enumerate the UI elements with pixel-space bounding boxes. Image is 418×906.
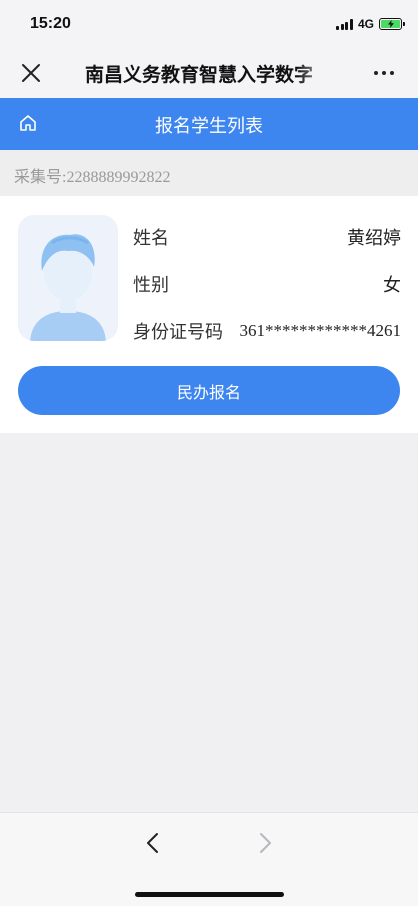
name-value: 黄绍婷: [347, 228, 401, 249]
home-indicator: [135, 892, 284, 897]
nav-bar: 南昌义务教育智慧入学数字: [0, 48, 418, 98]
id-row: 身份证号码 361************4261: [133, 317, 401, 345]
collection-number: 采集号:2288889992822: [14, 169, 171, 186]
more-icon[interactable]: [374, 64, 396, 82]
gender-label: 性别: [133, 275, 169, 296]
id-value: 361************4261: [239, 321, 402, 340]
id-label: 身份证号码: [133, 322, 223, 343]
collection-bar: 采集号:2288889992822: [0, 150, 418, 196]
bottom-bar: [0, 812, 418, 906]
student-avatar: [18, 215, 118, 341]
name-label: 姓名: [133, 228, 169, 249]
forward-arrow-icon[interactable]: [255, 831, 275, 855]
status-indicators: 4G: [336, 17, 405, 31]
gender-row: 性别 女: [133, 270, 401, 298]
network-type: 4G: [357, 17, 374, 31]
name-row: 姓名 黄绍婷: [133, 223, 401, 251]
student-card: 姓名 黄绍婷 性别 女 身份证号码 361************4261 民办…: [0, 196, 418, 433]
page-title: 南昌义务教育智慧入学数字: [85, 64, 314, 86]
gender-value: 女: [383, 275, 401, 296]
private-enroll-button[interactable]: 民办报名: [18, 366, 400, 415]
signal-icon: [336, 18, 353, 30]
status-time: 15:20: [30, 15, 71, 32]
header: 报名学生列表: [0, 98, 418, 150]
status-bar: 15:20 4G: [0, 0, 418, 48]
close-icon[interactable]: [19, 61, 43, 85]
header-title: 报名学生列表: [155, 116, 263, 137]
back-arrow-icon[interactable]: [143, 831, 163, 855]
battery-charging-icon: [379, 18, 405, 30]
